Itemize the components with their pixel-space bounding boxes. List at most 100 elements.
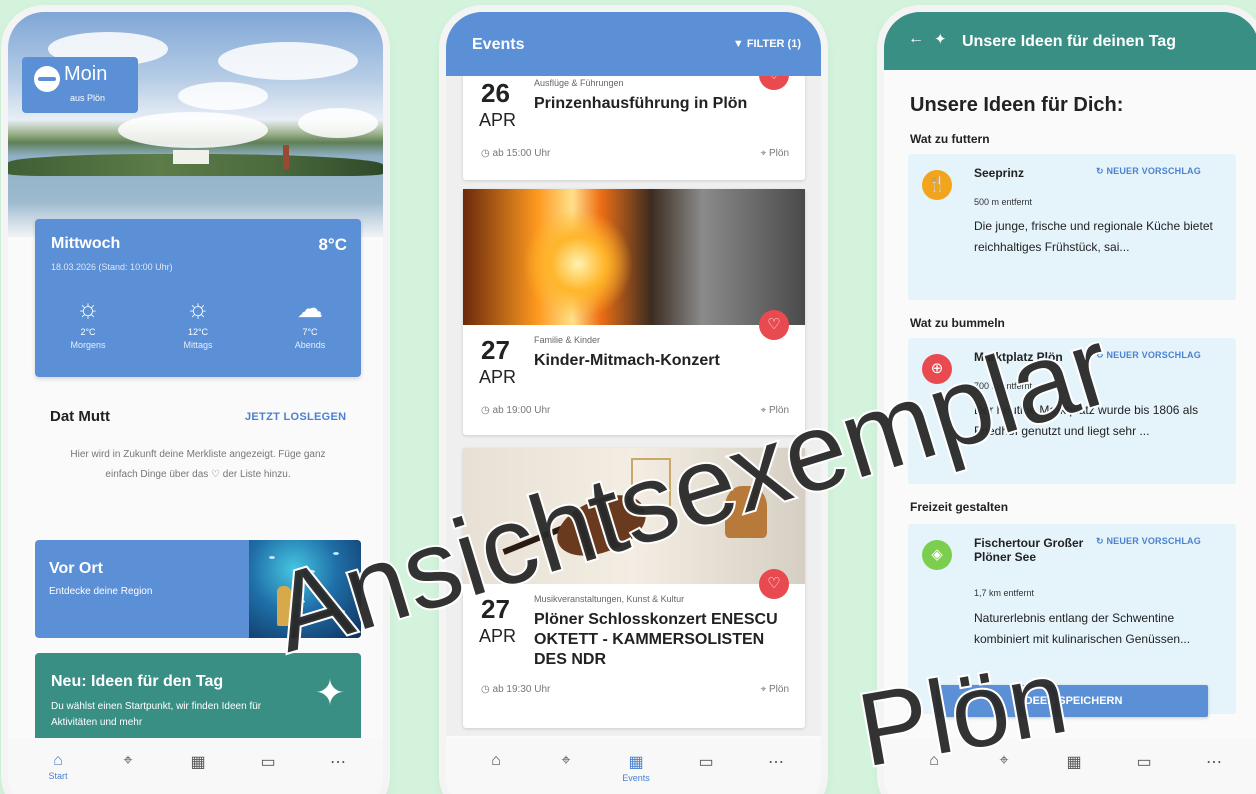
fish [333, 552, 339, 555]
start-now-link[interactable]: JETZT LOSLEGEN [245, 411, 346, 423]
nav-places[interactable]: ⌖ [546, 752, 586, 770]
refresh-icon: ↻ [1096, 536, 1107, 546]
event-card[interactable]: ♡ Familie & Kinder 27 Kinder-Mitmach-Kon… [463, 189, 805, 435]
nav-places[interactable]: ⌖ [984, 752, 1024, 770]
nav-places[interactable]: ⌖ [108, 752, 148, 770]
nav-more[interactable]: ⋯ [318, 752, 358, 772]
nav-start[interactable]: ⌂ [914, 752, 954, 770]
weather-date: 18.03.2026 (Stand: 10:00 Uhr) [51, 262, 173, 272]
ideen-subtitle: Du wählst einen Startpunkt, wir finden I… [51, 701, 262, 728]
save-ideas-button[interactable]: IDEEN SPEICHERN [936, 685, 1208, 717]
phone-home-screen: Moin aus Plön Mittwoch 8°C 18.03.2026 (S… [8, 12, 383, 794]
weather-slot-label: Mittags [183, 340, 213, 350]
nav-events[interactable]: ▦ [178, 752, 218, 772]
idea-card[interactable]: ⊕ Marktplatz Plön ↻ NEUER VORSCHLAG 700 … [908, 338, 1236, 484]
nav-more[interactable]: ⋯ [1194, 752, 1234, 772]
event-time: ◷ ab 19:30 Uhr [481, 684, 551, 695]
aquarium-image [249, 540, 361, 638]
new-suggestion-button[interactable]: ↻ NEUER VORSCHLAG [1096, 350, 1201, 361]
idea-description: Die junge, frische und regionale Küche b… [974, 219, 1213, 254]
idea-description: Der heutige Marktplatz wurde bis 1806 al… [974, 403, 1199, 438]
idea-name: Fischertour Großer Plöner See [974, 536, 1084, 564]
event-category: Familie & Kinder [534, 335, 601, 345]
filter-button[interactable]: ▼ FILTER (1) [733, 38, 801, 50]
cloud [178, 82, 268, 110]
event-image-fire [463, 189, 805, 325]
weather-day: Mittwoch [51, 235, 121, 252]
refresh-icon: ↻ [1096, 166, 1107, 176]
new-suggestion-button[interactable]: ↻ NEUER VORSCHLAG [1096, 166, 1201, 177]
events-list[interactable]: ♡ Ausflüge & Führungen 26 Prinzenhausfüh… [446, 76, 821, 736]
nav-offers[interactable]: ▭ [686, 752, 726, 772]
nav-events-label: Events [622, 773, 650, 783]
idea-distance: 700 m entfernt [974, 381, 1033, 391]
nav-start[interactable]: ⌂ Start [38, 752, 78, 781]
fish [299, 600, 305, 603]
location-pin-icon: ⌖ [999, 752, 1009, 769]
section-title: Wat zu bummeln [910, 316, 1005, 330]
nav-more[interactable]: ⋯ [756, 752, 796, 772]
event-name: Plöner Schlosskonzert ENESCU OKTETT - KA… [534, 611, 778, 668]
cloud [298, 108, 378, 138]
merkliste-empty-text: Hier wird in Zukunft deine Merkliste ang… [70, 449, 326, 480]
calendar-icon: ▦ [190, 754, 206, 771]
home-icon: ⌂ [491, 752, 501, 769]
filter-icon: ▼ [732, 38, 747, 50]
cloud-sun-icon: ☁ [297, 293, 323, 323]
bottom-nav: ⌂ Start ⌖ ▦ ▭ ⋯ [8, 738, 383, 794]
fish [309, 570, 315, 573]
ideas-heading: Unsere Ideen für Dich: [910, 94, 1124, 116]
filter-label: FILTER (1) [746, 38, 801, 50]
castle [173, 150, 209, 164]
fish [269, 556, 275, 559]
idea-distance: 500 m entfernt [974, 197, 1033, 207]
greeting-badge: Moin aus Plön [22, 57, 138, 113]
idea-card[interactable]: 🍴 Seeprinz ↻ NEUER VORSCHLAG 500 m entfe… [908, 154, 1236, 300]
event-card[interactable]: ♡ Musikveranstaltungen, Kunst & Kultur 2… [463, 448, 805, 728]
idea-name: Marktplatz Plön [974, 350, 1063, 364]
greeting-title: Moin [64, 63, 108, 85]
weather-temp: 8°C [318, 235, 347, 254]
section-title: Freizeit gestalten [910, 500, 1009, 514]
back-arrow-icon[interactable]: ← [908, 30, 924, 48]
church-tower [283, 145, 289, 169]
events-title: Events [472, 36, 525, 53]
heart-icon[interactable]: ♡ [759, 310, 789, 340]
weather-slot-temp: 7°C [302, 327, 318, 337]
more-icon: ⋯ [768, 754, 784, 771]
nav-offers[interactable]: ▭ [1124, 752, 1164, 772]
ideas-title: Unsere Ideen für deinen Tag [962, 33, 1176, 50]
heart-icon[interactable]: ♡ [759, 76, 789, 90]
event-card[interactable]: ♡ Ausflüge & Führungen 26 Prinzenhausfüh… [463, 76, 805, 180]
ticket-icon: ▭ [698, 754, 714, 771]
nav-offers[interactable]: ▭ [248, 752, 288, 772]
ticket-icon: ▭ [1136, 754, 1152, 771]
location-pin-icon: ⌖ [760, 148, 769, 159]
nav-events[interactable]: ▦ [1054, 752, 1094, 772]
calendar-icon: ▦ [628, 754, 644, 771]
event-place: ⌖ Plön [760, 405, 789, 416]
ideas-header: ← ✦ Unsere Ideen für deinen Tag [884, 12, 1256, 70]
nav-start[interactable]: ⌂ [476, 752, 516, 770]
event-category: Ausflüge & Führungen [534, 78, 624, 88]
section-title: Wat zu futtern [910, 132, 990, 146]
new-suggestion-button[interactable]: ↻ NEUER VORSCHLAG [1096, 536, 1201, 547]
hero-image-lake [8, 12, 383, 242]
home-icon: ⌂ [53, 752, 63, 769]
weather-slot-label: Morgens [70, 340, 106, 350]
weather-card[interactable]: Mittwoch 8°C 18.03.2026 (Stand: 10:00 Uh… [35, 219, 361, 377]
event-day: 27 [481, 594, 510, 624]
sparkle-icon: ✦ [314, 672, 345, 713]
lamp [725, 486, 767, 538]
restaurant-icon: 🍴 [922, 170, 952, 200]
location-pin-icon: ⌖ [760, 405, 769, 416]
location-pin-icon: ⌖ [760, 684, 769, 695]
vor-ort-card[interactable]: Vor Ort Entdecke deine Region [35, 540, 361, 638]
event-image-violin [463, 448, 805, 584]
vor-ort-title: Vor Ort [49, 560, 103, 577]
heart-icon[interactable]: ♡ [759, 569, 789, 599]
nav-events[interactable]: ▦ Events [616, 752, 656, 783]
cloud [218, 42, 358, 80]
event-time: ◷ ab 15:00 Uhr [481, 148, 551, 159]
weather-slot-temp: 2°C [80, 327, 96, 337]
